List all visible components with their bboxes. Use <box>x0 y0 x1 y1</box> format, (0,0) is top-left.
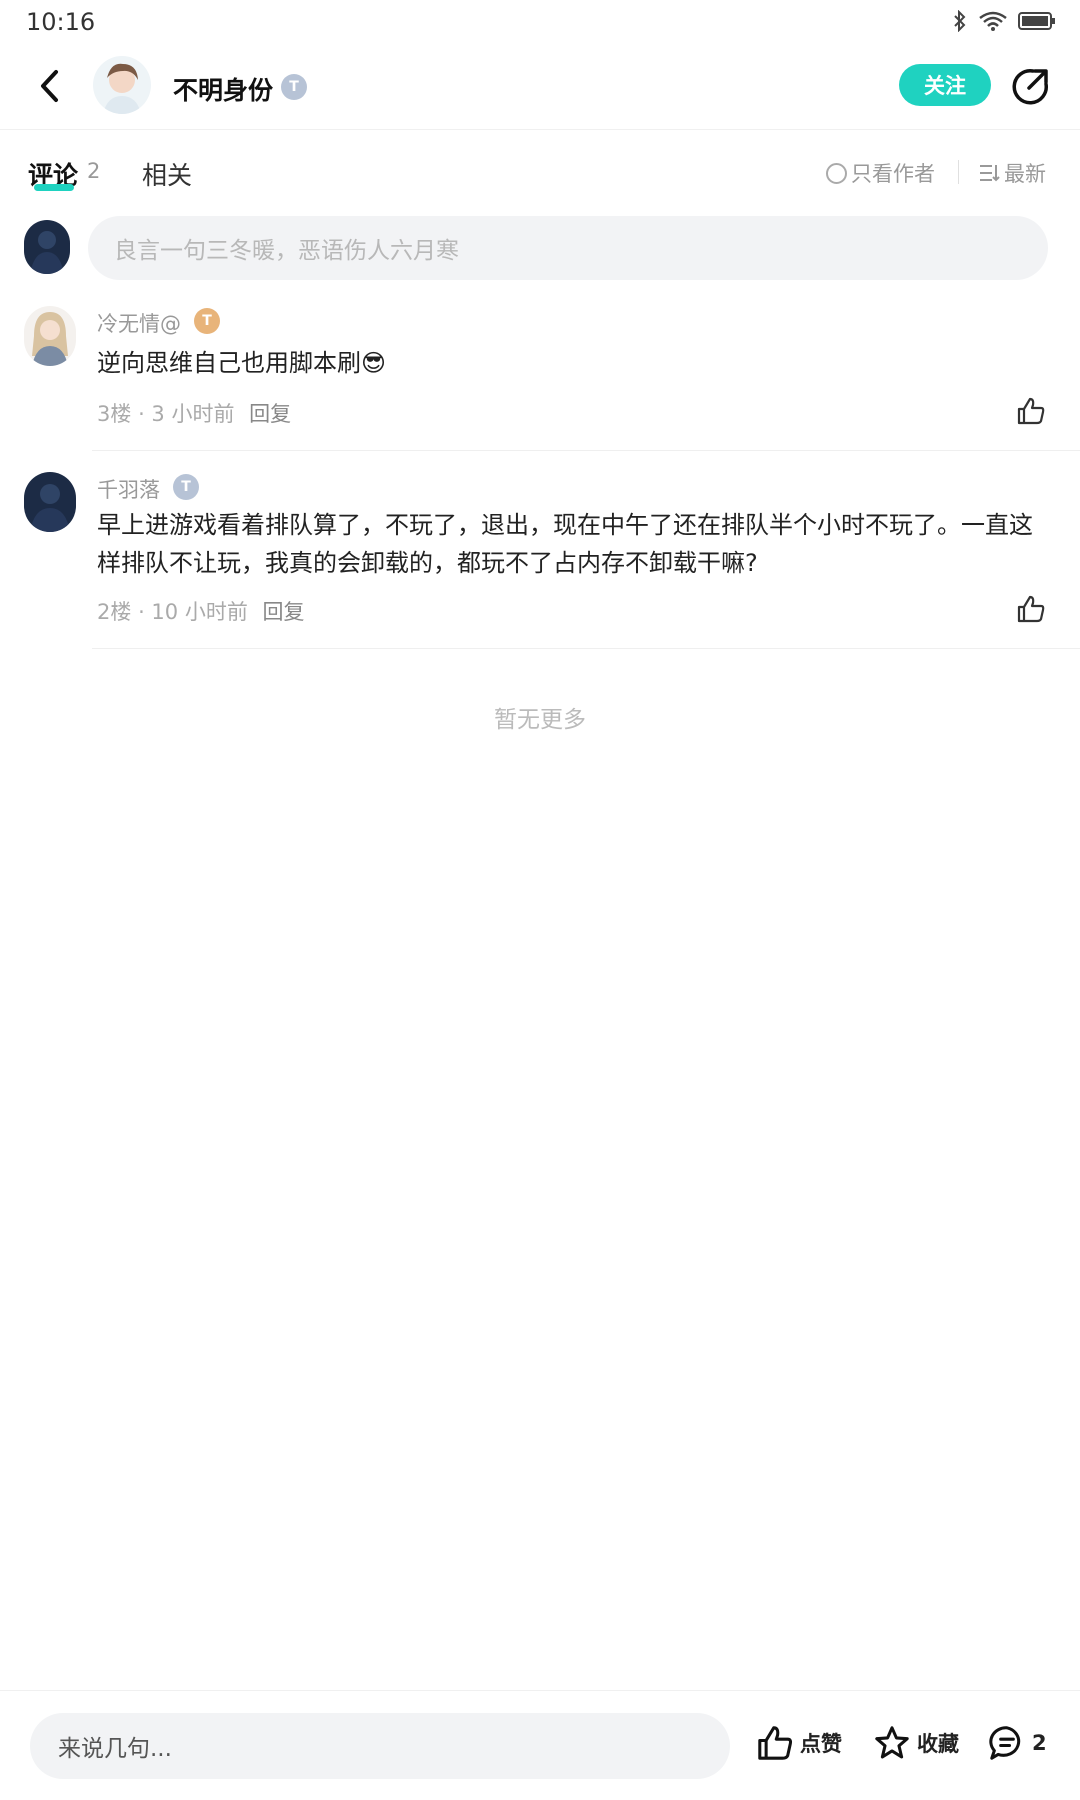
comment-time: 3 小时前 <box>151 402 235 426</box>
bluetooth-icon <box>954 10 966 32</box>
author-name[interactable]: 不明身份 <box>173 71 273 107</box>
star-icon <box>875 1726 909 1759</box>
sort-latest-label: 最新 <box>1004 162 1046 186</box>
comment-meta: 2楼 · 10 小时前 回复 <box>97 596 305 626</box>
meta-separator: · <box>138 402 152 426</box>
sort-icon <box>980 165 1000 182</box>
status-bar: 10:16 <box>0 0 1080 44</box>
comment-input[interactable]: 良言一句三冬暖，恶语伤人六月寒 <box>88 216 1048 280</box>
comment-divider <box>92 450 1080 451</box>
sort-latest-button[interactable]: 最新 <box>978 158 1046 188</box>
commenter-name[interactable]: 冷无情@ <box>97 308 181 338</box>
comments-count: 2 <box>87 159 101 183</box>
comment-time: 10 小时前 <box>151 600 248 624</box>
comment-text: 早上进游戏看着排队算了，不玩了，退出，现在中午了还在排队半个小时不玩了。一直这样… <box>97 511 1033 577</box>
only-author-toggle[interactable]: 只看作者 <box>826 158 935 188</box>
wifi-icon <box>979 11 1007 31</box>
radio-circle-icon <box>826 162 847 184</box>
thumbs-up-icon <box>758 1726 793 1760</box>
commenter-avatar[interactable] <box>24 472 76 532</box>
comments-button[interactable]: 2 <box>988 1724 1047 1762</box>
thumbs-up-icon <box>1017 397 1045 425</box>
comment-bubble-icon <box>989 1726 1021 1760</box>
reply-button[interactable]: 回复 <box>249 402 291 426</box>
status-time: 10:16 <box>26 8 96 36</box>
thumbs-up-icon <box>1017 595 1045 623</box>
author-level-badge: T <box>281 74 307 100</box>
share-button[interactable] <box>1011 66 1051 106</box>
comment-text: 逆向思维自己也用脚本刷😎 <box>97 349 387 377</box>
filter-divider <box>958 160 959 184</box>
author-avatar[interactable] <box>93 56 151 114</box>
comment-divider <box>92 648 1080 649</box>
reply-button[interactable]: 回复 <box>263 600 305 624</box>
back-button[interactable] <box>30 66 70 106</box>
comment-item: 冷无情@ T 逆向思维自己也用脚本刷😎 3楼 · 3 小时前 回复 <box>0 300 1080 470</box>
tab-active-indicator <box>34 184 74 191</box>
commenter-name[interactable]: 千羽落 <box>97 474 160 504</box>
comment-item: 千羽落 T 早上进游戏看着排队算了，不玩了，退出，现在中午了还在排队半个小时不玩… <box>0 466 1080 666</box>
like-post-button[interactable]: 点赞 <box>756 1724 842 1762</box>
meta-separator: · <box>138 600 152 624</box>
like-label: 点赞 <box>800 1732 842 1756</box>
comment-tabs: 评论 2 相关 只看作者 最新 <box>0 130 1080 210</box>
collect-label: 收藏 <box>917 1732 959 1756</box>
like-button[interactable] <box>1016 594 1050 628</box>
comment-floor: 2楼 <box>97 600 132 624</box>
follow-button[interactable]: 关注 <box>899 64 991 106</box>
header: 不明身份 T 关注 <box>0 44 1080 130</box>
comment-box-row: 良言一句三冬暖，恶语伤人六月寒 <box>0 216 1080 280</box>
battery-icon <box>1018 12 1055 30</box>
bottom-comment-input[interactable]: 来说几句... <box>30 1713 730 1779</box>
only-author-label: 只看作者 <box>851 162 935 186</box>
tab-related[interactable]: 相关 <box>142 156 192 192</box>
back-arrow-icon <box>41 70 58 102</box>
collect-button[interactable]: 收藏 <box>873 1724 959 1762</box>
status-icons <box>952 10 1056 32</box>
comment-floor: 3楼 <box>97 402 132 426</box>
like-button[interactable] <box>1016 396 1050 430</box>
my-avatar <box>24 220 70 274</box>
bottom-action-bar: 来说几句... 点赞 收藏 2 <box>0 1690 1080 1800</box>
comment-meta: 3楼 · 3 小时前 回复 <box>97 398 291 428</box>
commenter-avatar[interactable] <box>24 306 76 366</box>
commenter-level-badge: T <box>173 474 199 500</box>
share-icon <box>1012 69 1048 105</box>
commenter-level-badge: T <box>194 308 220 334</box>
no-more-text: 暂无更多 <box>494 707 586 733</box>
comment-count: 2 <box>1032 1731 1047 1755</box>
